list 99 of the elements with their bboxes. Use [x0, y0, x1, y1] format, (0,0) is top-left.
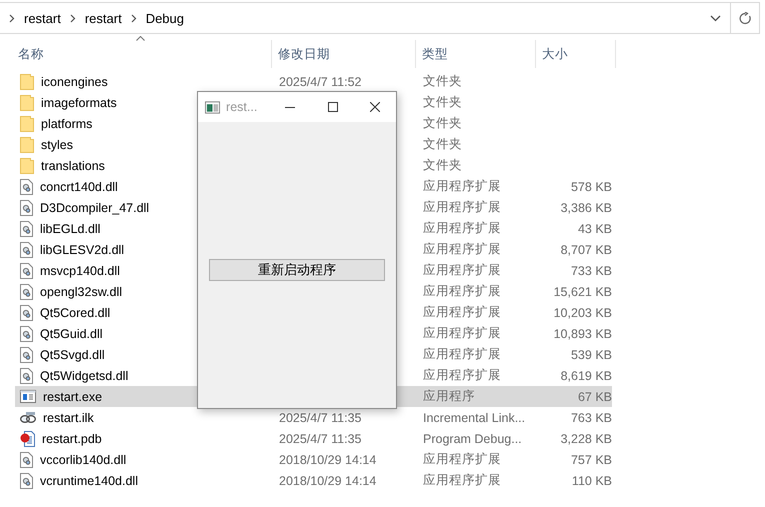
file-size: 15,621 KB: [554, 284, 612, 298]
file-date: 2018/10/29 14:14: [279, 452, 376, 466]
file-size: 733 KB: [570, 264, 612, 278]
file-size: 3,386 KB: [560, 200, 612, 214]
link-file-icon: [20, 410, 36, 424]
file-type: 文件夹: [423, 116, 462, 130]
gear-file-icon: [20, 452, 33, 468]
gear-file-icon: [20, 472, 33, 488]
sort-caret-icon: [136, 36, 144, 41]
folder-icon: [20, 94, 34, 110]
gear-file-icon: [20, 284, 33, 300]
file-name[interactable]: platforms: [41, 116, 92, 130]
file-date: 2018/10/29 14:14: [279, 474, 376, 488]
close-icon[interactable]: [370, 102, 380, 112]
file-size: 578 KB: [570, 180, 612, 194]
folder-icon: [20, 136, 34, 152]
folder-icon: [20, 74, 34, 90]
file-type: 文件夹: [423, 74, 462, 88]
folder-icon: [20, 116, 34, 132]
chevron-icon: [130, 14, 137, 22]
file-name[interactable]: D3Dcompiler_47.dll: [40, 200, 150, 214]
file-date: 2025/4/7 11:35: [279, 432, 362, 446]
file-name[interactable]: concrt140d.dll: [40, 180, 118, 194]
file-name[interactable]: restart.pdb: [42, 432, 102, 446]
restart-button[interactable]: 重新启动程序: [209, 259, 385, 281]
refresh-icon[interactable]: [738, 12, 752, 24]
window-title: rest...: [226, 100, 258, 114]
file-size: 757 KB: [570, 452, 612, 466]
file-type: 应用程序扩展: [423, 179, 501, 193]
file-type: 应用程序扩展: [423, 473, 501, 487]
folder-icon: [20, 158, 34, 174]
gear-file-icon: [20, 200, 33, 216]
breadcrumb-item[interactable]: Debug: [146, 10, 184, 26]
file-name[interactable]: libGLESV2d.dll: [40, 242, 124, 256]
file-name[interactable]: vcruntime140d.dll: [40, 474, 138, 488]
gear-file-icon: [20, 262, 33, 278]
file-date: 2025/4/7 11:35: [279, 410, 362, 424]
file-size: 3,228 KB: [560, 432, 612, 446]
file-name[interactable]: Qt5Cored.dll: [40, 306, 110, 320]
file-type: 文件夹: [423, 158, 462, 172]
file-type: Program Debug...: [423, 432, 522, 446]
debug-file-icon: [20, 430, 35, 446]
file-name[interactable]: restart.ilk: [43, 410, 94, 424]
breadcrumb-item[interactable]: restart: [24, 10, 61, 26]
gear-file-icon: [20, 220, 33, 236]
file-name[interactable]: imageformats: [41, 96, 117, 110]
file-name[interactable]: opengl32sw.dll: [40, 284, 122, 298]
file-type: 应用程序: [423, 389, 475, 403]
column-header[interactable]: 类型: [416, 40, 536, 68]
file-type: 文件夹: [423, 137, 462, 151]
file-size: 539 KB: [570, 348, 612, 362]
file-type: 应用程序扩展: [423, 326, 501, 340]
gear-file-icon: [20, 178, 33, 194]
file-name[interactable]: iconengines: [41, 74, 108, 88]
file-type: 应用程序扩展: [423, 263, 501, 277]
file-size: 10,203 KB: [554, 306, 612, 320]
file-size: 8,619 KB: [560, 368, 612, 382]
chevron-icon: [9, 14, 15, 22]
gear-file-icon: [20, 368, 33, 384]
file-type: Incremental Link...: [423, 410, 526, 424]
chevron-icon: [70, 14, 76, 22]
column-header[interactable]: 大小: [536, 40, 616, 68]
window-file-icon: [20, 390, 36, 403]
gear-file-icon: [20, 304, 33, 320]
file-name[interactable]: styles: [41, 138, 73, 152]
file-date: 2025/4/7 11:52: [279, 74, 362, 88]
column-header[interactable]: 修改日期: [272, 40, 416, 68]
file-type: 应用程序扩展: [423, 347, 501, 361]
app-icon: [205, 100, 220, 114]
file-type: 应用程序扩展: [423, 221, 501, 235]
file-name[interactable]: translations: [41, 158, 105, 172]
file-type: 应用程序扩展: [423, 242, 501, 256]
file-type: 应用程序扩展: [423, 305, 501, 319]
file-type: 应用程序扩展: [423, 200, 501, 214]
file-size: 8,707 KB: [560, 242, 612, 256]
file-name[interactable]: msvcp140d.dll: [40, 264, 120, 278]
file-type: 文件夹: [423, 95, 462, 109]
file-name[interactable]: vccorlib140d.dll: [40, 452, 126, 466]
minimize-icon[interactable]: [285, 106, 296, 108]
gear-file-icon: [20, 242, 33, 258]
file-size: 763 KB: [570, 410, 612, 424]
gear-file-icon: [20, 346, 33, 362]
file-type: 应用程序扩展: [423, 368, 501, 382]
breadcrumb-item[interactable]: restart: [84, 10, 122, 26]
column-header[interactable]: 名称: [0, 40, 272, 68]
file-size: 10,893 KB: [554, 326, 612, 340]
file-size: 43 KB: [578, 222, 612, 236]
dropdown-icon[interactable]: [710, 14, 720, 22]
file-name[interactable]: libEGLd.dll: [40, 222, 100, 236]
file-size: 67 KB: [578, 390, 612, 404]
maximize-icon[interactable]: [328, 102, 338, 112]
file-size: 110 KB: [572, 474, 612, 488]
file-type: 应用程序扩展: [423, 452, 501, 466]
file-name[interactable]: Qt5Svgd.dll: [40, 348, 105, 362]
gear-file-icon: [20, 326, 33, 342]
file-name: restart.exe: [43, 390, 102, 404]
file-name[interactable]: Qt5Guid.dll: [40, 326, 103, 340]
file-type: 应用程序扩展: [423, 284, 501, 298]
file-name[interactable]: Qt5Widgetsd.dll: [40, 368, 128, 382]
